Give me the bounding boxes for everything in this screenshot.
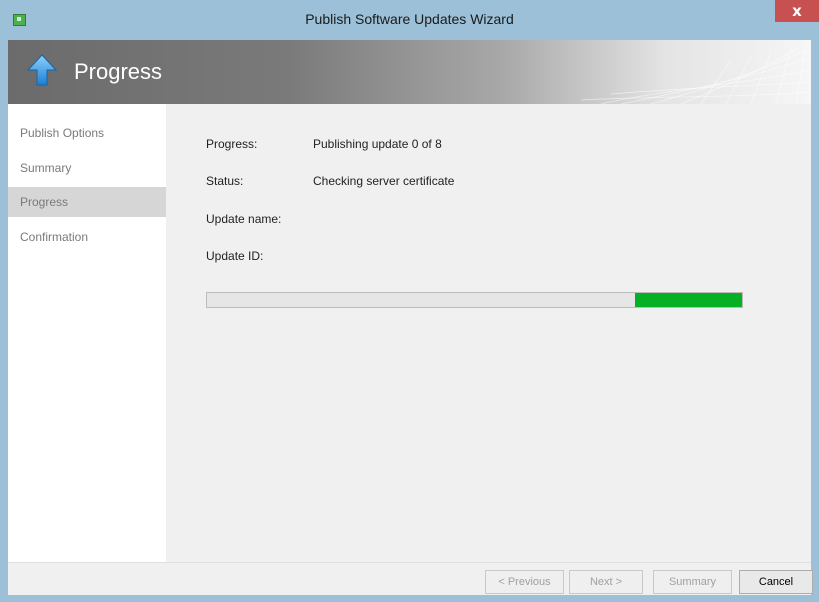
previous-button[interactable]: < Previous bbox=[485, 570, 564, 594]
progress-bar-fill bbox=[635, 293, 742, 307]
wizard-steps-sidebar: Publish Options Summary Progress Confirm… bbox=[8, 104, 166, 562]
sidebar-item-publish-options[interactable]: Publish Options bbox=[8, 118, 166, 148]
close-button[interactable]: x bbox=[775, 0, 819, 22]
progress-page bbox=[166, 104, 811, 562]
next-button[interactable]: Next > bbox=[569, 570, 643, 594]
cancel-button[interactable]: Cancel bbox=[739, 570, 813, 594]
status-label: Status: bbox=[206, 174, 244, 188]
title-bar[interactable]: Publish Software Updates Wizard x bbox=[0, 0, 819, 40]
sidebar-item-progress[interactable]: Progress bbox=[8, 187, 166, 217]
progress-bar bbox=[206, 292, 743, 308]
banner-mesh-decoration bbox=[581, 40, 811, 104]
sidebar-item-summary[interactable]: Summary bbox=[8, 153, 166, 183]
wizard-banner: Progress bbox=[8, 40, 811, 104]
banner-title: Progress bbox=[74, 59, 163, 84]
progress-label: Progress: bbox=[206, 137, 258, 151]
sidebar-item-confirmation[interactable]: Confirmation bbox=[8, 222, 166, 252]
up-arrow-icon bbox=[27, 54, 57, 86]
status-value: Checking server certificate bbox=[313, 174, 455, 188]
summary-button[interactable]: Summary bbox=[653, 570, 732, 594]
update-id-label: Update ID: bbox=[206, 249, 264, 263]
progress-value: Publishing update 0 of 8 bbox=[313, 137, 442, 151]
window-title: Publish Software Updates Wizard bbox=[305, 11, 514, 27]
update-name-label: Update name: bbox=[206, 212, 282, 226]
